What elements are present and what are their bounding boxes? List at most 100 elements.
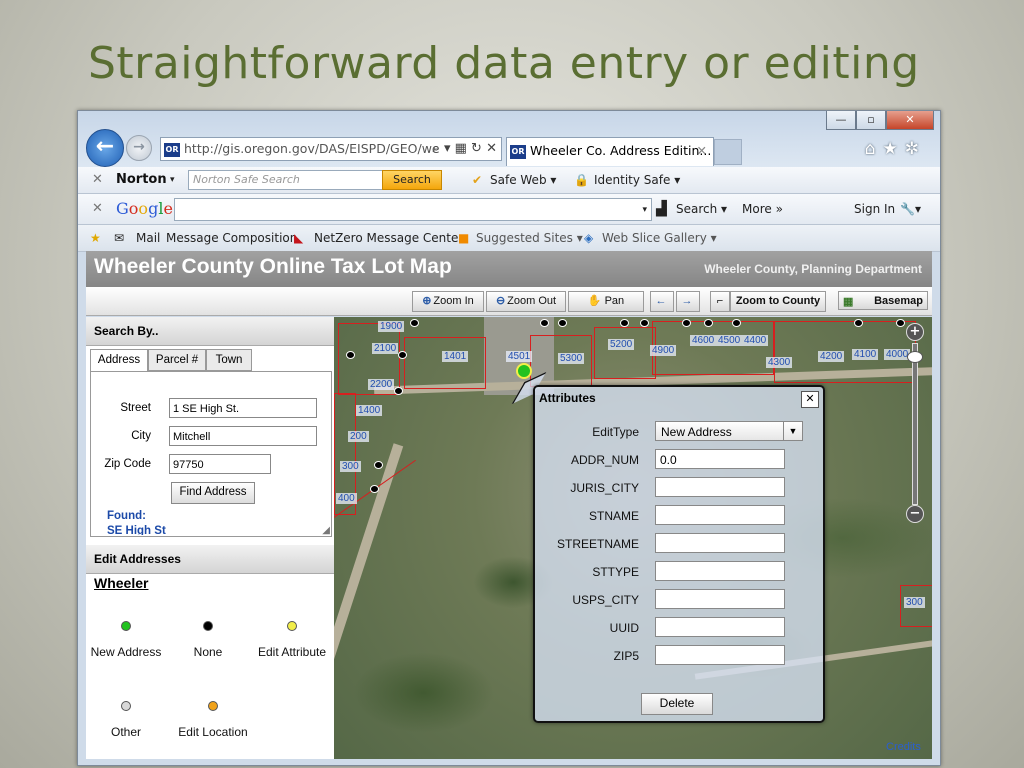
gear-icon[interactable]: ✲ xyxy=(905,139,926,159)
search-icon[interactable]: ⌕ xyxy=(433,141,440,156)
more-button[interactable]: More » xyxy=(742,194,783,224)
address-point[interactable] xyxy=(558,319,567,327)
address-point[interactable] xyxy=(346,351,355,359)
street-field[interactable]: 1 SE High St. xyxy=(169,398,317,418)
back-button[interactable]: ← xyxy=(86,129,124,167)
norton-search-button[interactable]: Search xyxy=(382,170,442,190)
uuid-field[interactable] xyxy=(655,617,785,637)
address-point[interactable] xyxy=(410,319,419,327)
basemap-button[interactable]: ▦ Basemap xyxy=(838,291,928,310)
forward-arrow-icon: → xyxy=(133,139,145,155)
minimize-button[interactable]: — xyxy=(826,111,856,130)
address-point[interactable] xyxy=(398,351,407,359)
address-point[interactable] xyxy=(540,319,549,327)
zip5-field[interactable] xyxy=(655,645,785,665)
favorites-star-icon[interactable]: ★ xyxy=(90,225,101,251)
zoom-plus-icon[interactable]: + xyxy=(906,323,924,341)
favorites-bar: ★ ✉ Mail Message Composition ◣ NetZero M… xyxy=(78,225,940,252)
county-outline-icon[interactable]: ⌐ xyxy=(710,291,730,312)
mail-link[interactable]: Mail xyxy=(136,225,160,251)
pan-button[interactable]: ✋ Pan xyxy=(568,291,644,312)
address-point[interactable] xyxy=(640,319,649,327)
forward-button[interactable]: → xyxy=(126,135,152,161)
basemap-label: Basemap xyxy=(874,295,923,307)
addr-num-field[interactable]: 0.0 xyxy=(655,449,785,469)
tab-address[interactable]: Address xyxy=(90,349,148,372)
edit-type-value: New Address xyxy=(661,425,732,439)
zoom-minus-icon[interactable]: − xyxy=(906,505,924,523)
legend-edit-attribute[interactable]: Edit Attribute xyxy=(252,621,332,659)
address-bar[interactable]: OR http://gis.oregon.gov/DAS/EISPD/GEO/we… xyxy=(160,137,502,161)
stname-field[interactable] xyxy=(655,505,785,525)
streetname-field[interactable] xyxy=(655,533,785,553)
credits-link[interactable]: Credits xyxy=(886,741,921,753)
selected-new-address-point[interactable] xyxy=(516,363,532,379)
slide-title: Straightforward data entry or editing xyxy=(88,38,920,89)
address-point[interactable] xyxy=(682,319,691,327)
favorites-star-icon[interactable]: ★ xyxy=(883,139,905,159)
edit-type-select[interactable]: New Address ▼ xyxy=(655,421,803,441)
web-slice-link[interactable]: Web Slice Gallery ▾ xyxy=(602,225,717,251)
zoom-to-county-button[interactable]: Zoom to County xyxy=(730,291,826,312)
sttype-field[interactable] xyxy=(655,561,785,581)
legend-edit-location[interactable]: Edit Location xyxy=(168,701,258,739)
stop-icon[interactable]: ✕ xyxy=(486,141,497,156)
suggested-sites-link[interactable]: Suggested Sites ▾ xyxy=(476,225,583,251)
address-point[interactable] xyxy=(374,461,383,469)
legend-other[interactable]: Other xyxy=(94,701,158,739)
google-logo: Google xyxy=(116,194,173,224)
zip-code-field[interactable]: 97750 xyxy=(169,454,271,474)
google-search-button[interactable]: Search ▾ xyxy=(676,194,727,224)
home-icon[interactable]: ⌂ xyxy=(865,139,883,159)
resize-handle-icon[interactable]: ◢ xyxy=(322,525,330,536)
zoom-out-button[interactable]: ⊖ Zoom Out xyxy=(486,291,566,312)
wrench-icon[interactable]: 🔧▾ xyxy=(900,194,921,224)
google-logo-letter: G xyxy=(116,199,129,218)
tab-wheeler[interactable]: OR Wheeler Co. Address Editin... ✕ xyxy=(506,137,714,166)
tab-town[interactable]: Town xyxy=(206,349,252,371)
safe-web-menu[interactable]: Safe Web ▾ xyxy=(490,167,556,193)
stname-label: STNAME xyxy=(588,509,639,523)
tab-close-icon[interactable]: ✕ xyxy=(697,138,707,164)
zoom-handle[interactable] xyxy=(907,351,923,363)
legend-new-address[interactable]: New Address xyxy=(86,621,166,659)
address-point[interactable] xyxy=(704,319,713,327)
delete-button[interactable]: Delete xyxy=(641,693,713,715)
address-point[interactable] xyxy=(896,319,905,327)
identity-safe-menu[interactable]: Identity Safe ▾ xyxy=(594,167,680,193)
city-field[interactable]: Mitchell xyxy=(169,426,317,446)
juris-city-field[interactable] xyxy=(655,477,785,497)
maximize-button[interactable]: ▫ xyxy=(856,111,886,130)
close-window-button[interactable]: ✕ xyxy=(886,111,934,130)
close-toolbar-icon[interactable]: ✕ xyxy=(92,167,103,193)
close-popup-button[interactable]: ✕ xyxy=(801,391,819,408)
usps-city-field[interactable] xyxy=(655,589,785,609)
message-composition-link[interactable]: Message Composition xyxy=(166,225,297,251)
next-extent-button[interactable]: → xyxy=(676,291,700,312)
address-point[interactable] xyxy=(854,319,863,327)
zoom-slider[interactable]: + − xyxy=(906,323,924,523)
tab-parcel[interactable]: Parcel # xyxy=(148,349,206,371)
close-toolbar-icon[interactable]: ✕ xyxy=(92,194,103,224)
lot-label: 4100 xyxy=(852,349,879,360)
google-search-input[interactable]: ▾ xyxy=(174,198,652,221)
chevron-down-icon[interactable]: ▾ xyxy=(170,167,175,193)
chevron-down-icon[interactable]: ▼ xyxy=(783,422,802,440)
compatibility-icon[interactable]: ▦ xyxy=(455,141,467,156)
address-point[interactable] xyxy=(620,319,629,327)
previous-extent-button[interactable]: ← xyxy=(650,291,674,312)
legend-none[interactable]: None xyxy=(176,621,240,659)
chevron-down-icon[interactable]: ▾ xyxy=(642,195,647,225)
address-point[interactable] xyxy=(370,485,379,493)
refresh-icon[interactable]: ↻ xyxy=(471,141,482,156)
find-address-button[interactable]: Find Address xyxy=(171,482,255,504)
new-tab-button[interactable] xyxy=(714,139,742,165)
zoom-track[interactable] xyxy=(912,343,918,505)
found-result-link[interactable]: SE High St xyxy=(107,525,166,535)
address-point[interactable] xyxy=(732,319,741,327)
netzero-link[interactable]: NetZero Message Center xyxy=(314,225,463,251)
zoom-in-button[interactable]: ⊕ Zoom In xyxy=(412,291,484,312)
address-point[interactable] xyxy=(394,387,403,395)
sign-in-link[interactable]: Sign In xyxy=(854,194,895,224)
norton-search-input[interactable]: Norton Safe Search xyxy=(188,170,386,190)
